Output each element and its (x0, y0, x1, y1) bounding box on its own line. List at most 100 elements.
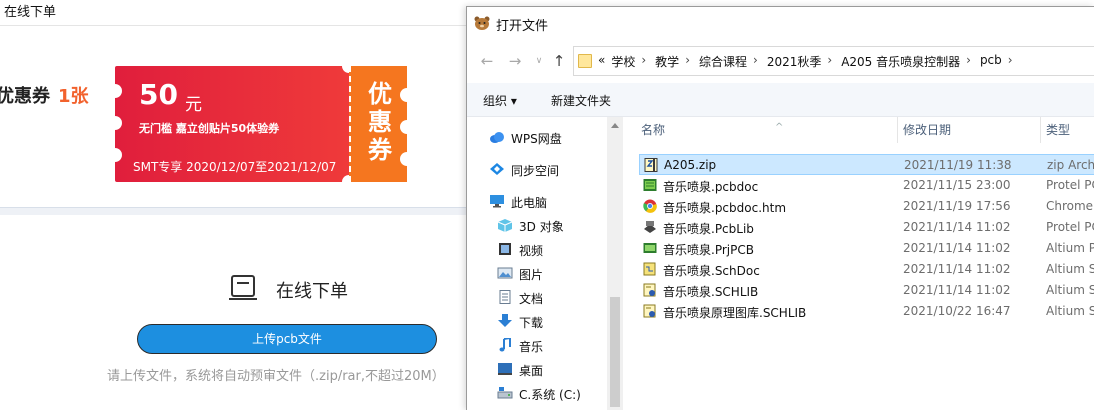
nav-item-label: 图片 (519, 268, 544, 282)
file-row[interactable]: 音乐喷泉.PrjPCB 2021/11/14 11:02 Altium PCB (639, 238, 1094, 259)
breadcrumb-item[interactable]: 综合课程 (699, 53, 747, 70)
file-name: 音乐喷泉.SchDoc (663, 264, 760, 278)
coupon-caption: 优惠券 (0, 86, 50, 107)
new-folder-button[interactable]: 新建文件夹 (551, 92, 611, 109)
cube-icon (497, 219, 513, 232)
file-name: 音乐喷泉原理图库.SCHLIB (663, 306, 807, 320)
nav-item-label: 音乐 (519, 340, 544, 354)
file-row[interactable]: A205.zip 2021/11/19 11:38 zip Archive (639, 154, 1094, 175)
coupon-notch (108, 148, 122, 162)
column-header-name-label: 名称 (641, 123, 666, 137)
chevron-right-icon[interactable]: › (753, 53, 758, 70)
chevron-right-icon[interactable]: › (1008, 53, 1013, 70)
nav-item-wps-cloud[interactable]: WPS网盘 (467, 125, 605, 149)
nav-item-3d-objects[interactable]: 3D 对象 (467, 213, 605, 237)
file-date: 2021/11/19 17:56 (903, 199, 1011, 213)
nav-scrollbar[interactable] (607, 117, 623, 410)
file-row[interactable]: 音乐喷泉.pcbdoc 2021/11/15 23:00 Protel PCB (639, 175, 1094, 196)
chevron-right-icon[interactable]: › (685, 53, 690, 70)
download-icon (498, 314, 512, 327)
up-arrow-icon[interactable]: ↑ (549, 51, 569, 71)
nav-item-music[interactable]: 音乐 (467, 333, 605, 357)
nav-item-label: WPS网盘 (511, 132, 562, 146)
file-type: Altium PCB (1046, 241, 1094, 255)
column-header-type-label: 类型 (1046, 123, 1071, 137)
scroll-up-icon[interactable] (611, 123, 619, 128)
file-name: 音乐喷泉.PrjPCB (663, 243, 754, 257)
file-row[interactable]: 音乐喷泉.SCHLIB 2021/11/14 11:02 Altium Sch (639, 280, 1094, 301)
coupon-notch (400, 88, 414, 102)
order-icon (229, 275, 257, 300)
nav-item-label: 桌面 (519, 364, 544, 378)
back-arrow-icon[interactable]: ← (477, 51, 497, 71)
dialog-toolbar: 组织 ▾ 新建文件夹 (467, 83, 1094, 117)
file-type: Altium Sch (1046, 283, 1094, 297)
file-name: 音乐喷泉.pcbdoc (663, 180, 759, 194)
organize-button[interactable]: 组织 ▾ (483, 92, 517, 109)
coupon-side: 优惠券 (349, 66, 407, 182)
file-date: 2021/11/14 11:02 (903, 262, 1011, 276)
breadcrumb-overflow[interactable]: « (598, 53, 605, 70)
nav-item-videos[interactable]: 视频 (467, 237, 605, 261)
open-file-dialog: 打开文件 ← → ∨ ↑ « 学校 › 教学 › 综合课程 › 2021秋季 › (466, 6, 1094, 410)
breadcrumb-item[interactable]: 学校 (611, 53, 635, 70)
file-type: Protel PCB (1046, 220, 1094, 234)
file-row[interactable]: 音乐喷泉.SchDoc 2021/11/14 11:02 Altium Sch (639, 259, 1094, 280)
column-header-type[interactable]: 类型 (1040, 117, 1094, 143)
coupon-section: 优惠券 1张 50 元 无门槛 嘉立创贴片50体验券 SMT专享 2020/12… (0, 59, 470, 189)
breadcrumb-item[interactable]: 教学 (655, 53, 679, 70)
computer-icon (490, 195, 504, 208)
prjpcb-icon (643, 243, 657, 253)
coupon-notch (400, 120, 414, 134)
app-icon (474, 16, 490, 30)
upload-hint: 请上传文件，系统将自动预审文件（.zip/rar,不超过20M） (107, 369, 445, 384)
web-page-title: 在线下单 (0, 0, 470, 26)
scrollbar-thumb[interactable] (610, 297, 620, 407)
column-header-date[interactable]: 修改日期 (897, 117, 1040, 143)
dialog-titlebar[interactable]: 打开文件 (467, 7, 1094, 39)
chevron-right-icon[interactable]: › (966, 53, 971, 70)
file-type: Chrome HTML (1046, 199, 1094, 213)
breadcrumb-item[interactable]: 2021秋季 (767, 53, 822, 70)
coupon-notch (108, 84, 122, 98)
nav-item-downloads[interactable]: 下载 (467, 309, 605, 333)
file-date: 2021/10/22 16:47 (903, 304, 1011, 318)
nav-item-desktop[interactable]: 桌面 (467, 357, 605, 381)
chrome-icon (643, 199, 657, 213)
nav-item-this-pc[interactable]: 此电脑 (467, 189, 605, 213)
file-row[interactable]: 音乐喷泉.pcbdoc.htm 2021/11/19 17:56 Chrome HT… (639, 196, 1094, 217)
schdoc-icon (643, 262, 656, 276)
music-icon (499, 338, 511, 352)
nav-item-drive-c[interactable]: C.系统 (C:) (467, 381, 605, 405)
nav-item-pictures[interactable]: 图片 (467, 261, 605, 285)
upload-pcb-button[interactable]: 上传pcb文件 (137, 324, 437, 354)
navigation-pane: WPS网盘 同步空间 此电脑 3D 对象 视频 图片 文档 下载 音乐 桌面 C… (467, 117, 623, 410)
coupon-unit: 元 (185, 95, 202, 115)
breadcrumb-item[interactable]: A205 音乐喷泉控制器 (841, 53, 960, 70)
chevron-right-icon[interactable]: › (641, 53, 646, 70)
cloud-icon (490, 132, 504, 143)
file-type: Altium Sch (1046, 262, 1094, 276)
nav-item-label: 视频 (519, 244, 544, 258)
chevron-right-icon[interactable]: › (827, 53, 832, 70)
file-row[interactable]: 音乐喷泉.PcbLib 2021/11/14 11:02 Protel PCB (639, 217, 1094, 238)
file-date: 2021/11/14 11:02 (903, 283, 1011, 297)
nav-item-sync[interactable]: 同步空间 (467, 157, 605, 181)
nav-item-documents[interactable]: 文档 (467, 285, 605, 309)
forward-arrow-icon[interactable]: → (505, 51, 525, 71)
column-header-name[interactable]: 名称 ^ (635, 117, 903, 143)
web-page: 在线下单 优惠券 1张 50 元 无门槛 嘉立创贴片50体验券 SMT专享 20… (0, 0, 470, 410)
file-type: zip Archive (1047, 158, 1094, 172)
coupon-validity: SMT专享 2020/12/07至2021/12/07 (133, 160, 337, 174)
coupon-card[interactable]: 50 元 无门槛 嘉立创贴片50体验券 SMT专享 2020/12/07至202… (108, 59, 414, 189)
file-name: 音乐喷泉.SCHLIB (663, 285, 759, 299)
file-row[interactable]: 音乐喷泉原理图库.SCHLIB 2021/10/22 16:47 Altium Sc… (639, 301, 1094, 322)
nav-item-label: 文档 (519, 292, 544, 306)
schlib-icon (643, 304, 656, 318)
address-bar[interactable]: « 学校 › 教学 › 综合课程 › 2021秋季 › A205 音乐喷泉控制器… (573, 46, 1094, 76)
file-type: Altium Sch (1046, 304, 1094, 318)
breadcrumb-item[interactable]: pcb (980, 53, 1002, 70)
sort-caret-icon: ^ (775, 122, 784, 133)
screen: 在线下单 优惠券 1张 50 元 无门槛 嘉立创贴片50体验券 SMT专享 20… (0, 0, 1094, 410)
recent-dropdown-icon[interactable]: ∨ (529, 51, 549, 71)
